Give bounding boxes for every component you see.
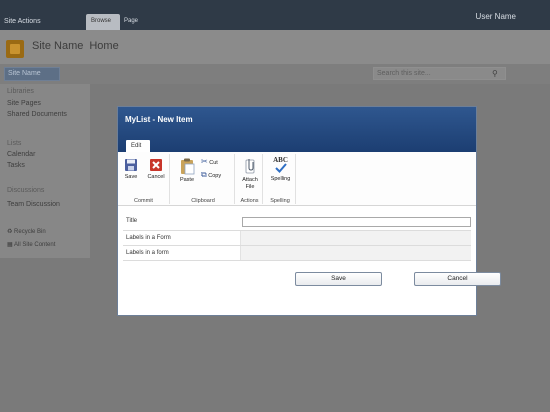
paperclip-icon <box>245 159 255 174</box>
site-actions-menu[interactable]: Site Actions <box>4 18 41 25</box>
save-button[interactable]: Save <box>295 272 382 286</box>
nav-item-calendar[interactable]: Calendar <box>7 151 35 158</box>
recycle-bin-icon: ♻ <box>7 229 15 235</box>
site-logo-icon <box>6 40 24 58</box>
nav-heading-discussions[interactable]: Discussions <box>7 187 44 194</box>
save-icon <box>125 159 137 171</box>
labels-field-label-2: Labels in a form <box>126 250 169 256</box>
nav-item-team-discussion[interactable]: Team Discussion <box>7 201 60 208</box>
title-field-label: Title <box>126 218 138 224</box>
paste-ribbon-label: Paste <box>179 177 195 183</box>
paste-icon <box>180 158 194 175</box>
all-site-content-label: All Site Content <box>14 242 56 248</box>
cancel-button[interactable]: Cancel <box>414 272 501 286</box>
cancel-ribbon-button[interactable]: Cancel <box>145 158 167 181</box>
form-row-title: Title <box>123 214 471 231</box>
ribbon-group-clipboard: Paste ✂ Cut ⧉ Copy Clipboard <box>172 154 235 204</box>
actions-group-label: Actions <box>240 198 259 204</box>
search-input[interactable]: Search this site... <box>373 67 506 80</box>
dialog-ribbon: Save Cancel Commit Paste ✂ Cut ⧉ Copy Cl… <box>118 152 476 206</box>
ribbon-group-commit: Save Cancel Commit <box>118 154 170 204</box>
top-nav-site-link[interactable]: Site Name <box>4 67 60 81</box>
search-icon[interactable]: ⚲ <box>492 69 498 78</box>
recycle-bin-label: Recycle Bin <box>14 229 46 235</box>
nav-heading-libraries[interactable]: Libraries <box>7 88 34 95</box>
commit-group-label: Commit <box>134 198 153 204</box>
page-title: Home <box>89 40 119 52</box>
nav-item-recycle-bin[interactable]: ♻ Recycle Bin <box>7 228 46 235</box>
save-ribbon-button[interactable]: Save <box>121 158 141 181</box>
tab-edit[interactable]: Edit <box>126 140 150 152</box>
paste-ribbon-button[interactable]: Paste <box>176 158 198 184</box>
labels-field-label-1: Labels in a Form <box>126 235 171 241</box>
copy-ribbon-label: Copy <box>208 173 222 179</box>
copy-icon: ⧉ <box>201 170 207 179</box>
nav-item-site-pages[interactable]: Site Pages <box>7 100 41 107</box>
tab-browse[interactable]: Browse <box>86 14 120 30</box>
site-name-link[interactable]: Site Name <box>32 40 83 52</box>
tab-page[interactable]: Page <box>124 18 138 24</box>
site-title: Site Name Home <box>32 40 119 52</box>
copy-ribbon-button[interactable]: ⧉ Copy <box>201 171 233 180</box>
nav-item-shared-documents[interactable]: Shared Documents <box>7 111 67 118</box>
labels-field-value-2 <box>240 246 471 260</box>
labels-field-value-1 <box>240 231 471 245</box>
attach-file-label-line2: File <box>245 184 255 190</box>
clipboard-group-label: Clipboard <box>191 198 215 204</box>
spelling-icon: ABC <box>267 157 294 174</box>
title-input[interactable] <box>242 217 471 227</box>
scissors-icon: ✂ <box>201 157 208 166</box>
spelling-button-label: Spelling <box>270 176 291 182</box>
save-ribbon-label: Save <box>124 174 138 180</box>
user-name-menu[interactable]: User Name <box>476 12 516 21</box>
spelling-group-label: Spelling <box>270 198 290 204</box>
top-ribbon-bar <box>0 0 550 30</box>
attach-file-label-line1: Attach <box>242 177 258 183</box>
dialog-title: MyList - New Item <box>125 115 193 124</box>
dialog-header: MyList - New Item Edit <box>118 107 476 152</box>
form-row-labels-2: Labels in a form <box>123 246 471 261</box>
site-content-icon: ▦ <box>7 242 15 248</box>
ribbon-group-actions: Attach File Actions <box>237 154 263 204</box>
cancel-ribbon-label: Cancel <box>147 174 165 180</box>
nav-item-all-site-content[interactable]: ▦ All Site Content <box>7 241 55 248</box>
nav-heading-lists[interactable]: Lists <box>7 140 21 147</box>
attach-file-button[interactable]: Attach File <box>238 158 262 191</box>
cut-ribbon-button[interactable]: ✂ Cut <box>201 158 233 167</box>
new-item-dialog: MyList - New Item Edit Save Cancel Commi… <box>117 106 501 316</box>
spelling-button[interactable]: ABC Spelling <box>267 157 294 183</box>
cut-ribbon-label: Cut <box>209 160 218 166</box>
ribbon-group-spelling: ABC Spelling Spelling <box>265 154 296 204</box>
nav-item-tasks[interactable]: Tasks <box>7 162 25 169</box>
cancel-icon <box>150 159 162 171</box>
form-row-labels-1: Labels in a Form <box>123 231 471 246</box>
